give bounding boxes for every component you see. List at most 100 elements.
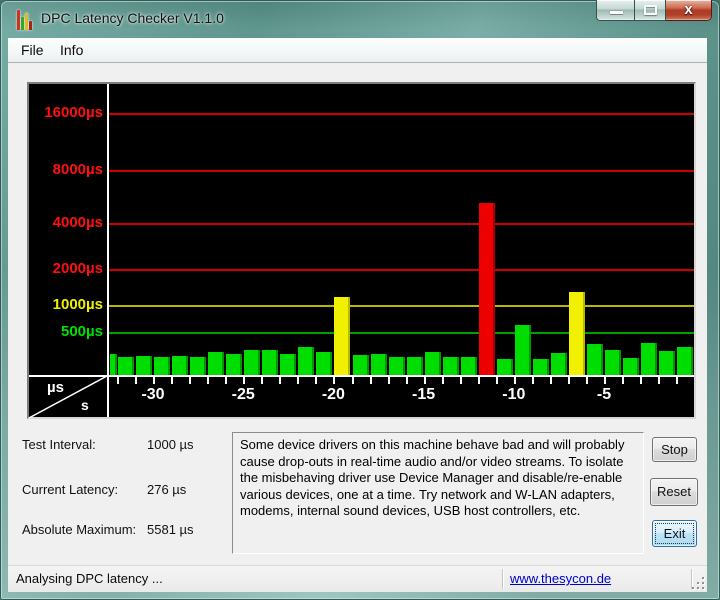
x-axis-tick [369,377,372,384]
latency-bar [208,352,225,375]
latency-bar [605,350,622,375]
latency-bar [442,357,459,375]
window-controls: x [596,0,712,22]
x-unit-label: s [81,397,89,413]
x-axis-tick [153,377,156,384]
latency-bar [136,355,153,375]
x-axis-baseline [29,375,694,377]
menu-info[interactable]: Info [53,41,90,60]
x-axis-tick [225,377,228,384]
stat-absolute-maximum-label: Absolute Maximum: [22,522,137,537]
latency-bar [460,357,477,375]
latency-bar [334,297,351,375]
x-axis-tick [405,377,408,384]
gridline-1000 [109,305,694,307]
latency-bar [316,351,333,375]
resize-grip[interactable] [691,576,704,589]
gridline-16000 [109,113,694,115]
app-window: DPC Latency Checker V1.1.0 x File Info µ… [0,0,720,600]
menu-bar: File Info [8,38,707,63]
x-axis-tick [387,377,390,384]
latency-bar [370,353,387,375]
gridline-4000 [109,223,694,225]
latency-bar [514,324,531,375]
x-axis-label: -30 [141,386,165,403]
latency-bar [388,357,405,375]
gridline-500 [109,331,694,334]
x-axis-tick [171,377,174,384]
x-axis-tick [117,377,119,384]
x-axis-tick [640,377,643,384]
minimize-button[interactable] [596,0,635,21]
x-axis-label: -20 [321,386,345,403]
x-axis-tick [351,377,354,384]
latency-bar [226,354,243,375]
gridline-2000 [109,269,694,271]
latency-bar [406,357,423,375]
latency-bar [532,359,549,375]
chart-plot-area: µs s 16000µs 8000µs 4000µs 2000µs 1000µs 500µ… [29,84,694,419]
latency-bar [550,353,567,375]
y-axis-label: 4000µs [52,214,103,231]
latency-bar [569,291,585,375]
x-axis-label: -15 [412,386,436,403]
latency-chart: µs s 16000µs 8000µs 4000µs 2000µs 1000µs 500µ… [27,82,696,419]
stat-current-latency-label: Current Latency: [22,482,119,497]
latency-bar [352,355,369,375]
x-axis-label: -25 [231,386,255,403]
statusbar-divider [502,569,504,589]
stat-test-interval-value: 1000 µs [147,437,194,452]
menu-file[interactable]: File [14,41,51,60]
status-bar: Analysing DPC latency ... www.thesycon.d… [8,565,707,592]
reset-button[interactable]: Reset [650,478,698,506]
latency-bar [587,344,604,375]
y-axis-separator [107,84,109,417]
y-axis-label: 16000µs [44,104,103,121]
x-axis-tick [604,377,607,384]
app-icon [17,8,36,30]
window-title: DPC Latency Checker V1.1.0 [41,10,224,26]
x-axis-tick [549,377,552,384]
latency-bar [496,359,513,375]
y-axis-label: 1000µs [52,296,103,313]
title-bar[interactable]: DPC Latency Checker V1.1.0 x [0,0,720,38]
latency-bar [677,347,694,375]
thesycon-link[interactable]: www.thesycon.de [510,571,611,586]
latency-bar [172,355,189,375]
latency-bar [280,353,297,375]
gridline-8000 [109,170,694,172]
latency-bar [478,203,495,375]
y-axis-label: 2000µs [52,260,103,277]
latency-bar [659,351,676,375]
x-axis-tick [531,377,534,384]
latency-bar [154,357,171,375]
x-axis-tick [261,377,264,384]
stat-absolute-maximum-value: 5581 µs [147,522,194,537]
x-axis-tick [279,377,282,384]
maximize-button[interactable] [635,0,666,21]
latency-bar [110,354,117,375]
x-axis-tick [513,377,516,384]
x-axis-tick [135,377,138,384]
latency-bar [262,350,279,375]
stat-test-interval-label: Test Interval: [22,437,96,452]
exit-button[interactable]: Exit [652,520,697,547]
latency-bar [298,346,315,375]
latency-bar [244,350,261,375]
close-button[interactable]: x [666,0,712,21]
y-axis-label: 500µs [60,322,103,340]
x-axis-tick [477,377,480,384]
x-axis-tick [441,377,444,384]
x-axis-tick [333,377,336,384]
diagnosis-text-box: Some device drivers on this machine beha… [232,432,644,554]
x-axis-tick [676,377,679,384]
x-axis-tick [658,377,661,384]
y-axis-label: 8000µs [52,161,103,178]
x-axis-tick [495,377,498,384]
x-axis-tick [243,377,246,384]
x-axis-tick [568,377,570,384]
minimize-icon [610,11,623,14]
latency-bar [190,356,207,375]
stop-button[interactable]: Stop [652,437,697,462]
latency-bar [424,352,441,375]
